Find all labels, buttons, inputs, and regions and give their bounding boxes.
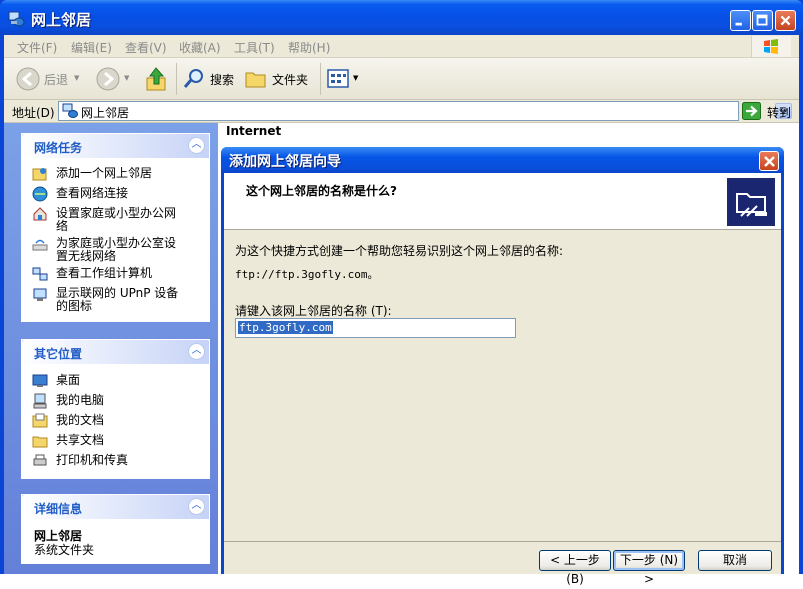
wizard-description: 为这个快捷方式创建一个帮助您轻易识别这个网上邻居的名称: [235,244,564,258]
panel-title: 网络任务 [34,141,83,155]
search-icon [183,69,203,88]
wizard-title: 添加网上邻居向导 [229,154,341,170]
wizard-url: ftp://ftp.3gofly.com。 [235,268,379,281]
my-documents-icon [32,413,48,428]
go-button[interactable]: 转到 [742,102,792,120]
menu-bar: 文件(F) 编辑(E) 查看(V) 收藏(A) 工具(T) 帮助(H) [4,35,799,58]
network-connections-icon [32,186,48,202]
views-icon [327,69,349,88]
toolbar-separator [176,63,177,95]
desktop-icon [32,374,48,387]
toolbar: 后退 ▼ ▼ 搜索 文件夹 ▼ [4,58,799,100]
go-arrow-icon [742,102,761,120]
maximize-button[interactable] [752,10,773,31]
add-network-place-wizard: 添加网上邻居向导 这个网上邻居的名称是什么? 为这个快捷方式创建一个帮助您轻易识… [221,147,784,586]
wizard-question: 这个网上邻居的名称是什么? [246,184,397,198]
back-label: 后退 [44,73,69,87]
menu-edit[interactable]: 编辑(E) [71,39,112,56]
workgroup-computers-icon [32,267,48,281]
network-places-icon [8,11,25,27]
views-dropdown-icon[interactable]: ▼ [353,74,358,82]
add-network-place-icon [32,168,47,181]
wizard-header: 这个网上邻居的名称是什么? [224,173,781,230]
close-button[interactable] [775,10,796,31]
printer-icon [33,454,47,466]
title-bar[interactable]: 网上邻居 [0,0,803,35]
network-tasks-header[interactable]: 网络任务 ︿ [22,134,209,158]
panel-title: 详细信息 [34,502,83,516]
shared-documents-icon [32,436,48,448]
close-icon [780,15,791,26]
network-tasks-body: 添加一个网上邻居 查看网络连接 设置家庭或小型办公网络 为家庭或小型办公室设置无… [22,158,209,321]
other-places-header[interactable]: 其它位置 ︿ [22,340,209,364]
collapse-chevron-icon[interactable]: ︿ [188,498,205,515]
details-type: 系统文件夹 [34,543,95,557]
folder-icon [245,72,266,88]
forward-arrow-icon [96,67,120,91]
next-button[interactable]: 下一步 (N) > [613,550,685,586]
views-button[interactable]: ▼ [327,64,361,94]
my-computer-icon [33,393,47,409]
home-network-icon [33,207,47,221]
collapse-chevron-icon[interactable]: ︿ [188,137,205,154]
folders-button[interactable]: 文件夹 [244,64,314,94]
wireless-network-icon [32,239,48,251]
back-arrow-icon [16,67,40,91]
up-folder-button[interactable] [145,64,171,94]
menu-help[interactable]: 帮助(H) [288,39,330,56]
name-input-value: ftp.3gofly.com [238,321,333,334]
address-bar: 地址(D) 网上邻居 转到 [4,100,799,123]
wizard-close-button[interactable] [759,151,779,171]
windows-logo-icon [751,36,791,57]
toolbar-separator [320,63,321,95]
back-button[interactable]: < 上一步 (B) [539,550,611,586]
upnp-device-icon [33,288,47,301]
other-places-panel: 其它位置 ︿ 桌面 我的电脑 我的文档 共享文档 打印机和传真 [21,339,210,479]
menu-tools[interactable]: 工具(T) [234,39,275,56]
network-place-name-input[interactable]: ftp.3gofly.com [235,318,516,338]
go-label: 转到 [767,106,792,120]
address-value: 网上邻居 [81,106,130,120]
address-input[interactable]: 网上邻居 [58,101,792,121]
close-icon [764,156,775,167]
minimize-button[interactable] [730,10,751,31]
details-header[interactable]: 详细信息 ︿ [22,495,209,519]
wizard-body: 这个网上邻居的名称是什么? 为这个快捷方式创建一个帮助您轻易识别这个网上邻居的名… [224,173,781,586]
footer-divider [224,541,781,542]
cancel-button[interactable]: 取消 [698,550,772,571]
network-tasks-panel: 网络任务 ︿ 添加一个网上邻居 查看网络连接 设置家庭或小型办公网络 为家庭或小… [21,133,210,322]
network-places-icon [62,103,78,118]
internet-group-header: Internet [226,124,282,138]
menu-favorites[interactable]: 收藏(A) [179,39,221,56]
back-dropdown-icon[interactable]: ▼ [74,74,79,82]
other-places-body: 桌面 我的电脑 我的文档 共享文档 打印机和传真 [22,364,209,478]
up-folder-icon [146,67,166,91]
collapse-chevron-icon[interactable]: ︿ [188,343,205,360]
address-label: 地址(D) [12,106,55,120]
details-body: 网上邻居 系统文件夹 [22,519,209,563]
folders-label: 文件夹 [272,73,309,87]
window-title: 网上邻居 [31,11,92,29]
maximize-icon [756,14,768,26]
name-field-label: 请键入该网上邻居的名称 (T): [235,304,392,318]
wizard-title-bar[interactable]: 添加网上邻居向导 [221,147,784,173]
menu-view[interactable]: 查看(V) [125,39,167,56]
menu-file[interactable]: 文件(F) [17,39,57,56]
minimize-icon [735,22,742,26]
forward-dropdown-icon[interactable]: ▼ [124,74,129,82]
details-panel: 详细信息 ︿ 网上邻居 系统文件夹 [21,494,210,564]
back-button[interactable]: 后退 ▼ [16,64,84,94]
forward-button[interactable]: ▼ [96,64,132,94]
search-label: 搜索 [210,73,235,87]
search-button[interactable]: 搜索 [182,64,240,94]
network-folder-icon [727,178,775,226]
panel-title: 其它位置 [34,347,83,361]
task-pane: 网络任务 ︿ 添加一个网上邻居 查看网络连接 设置家庭或小型办公网络 为家庭或小… [4,123,218,574]
explorer-window: 网上邻居 文件(F) 编辑(E) 查看(V) 收藏(A) 工具(T) 帮助(H) [0,0,803,586]
